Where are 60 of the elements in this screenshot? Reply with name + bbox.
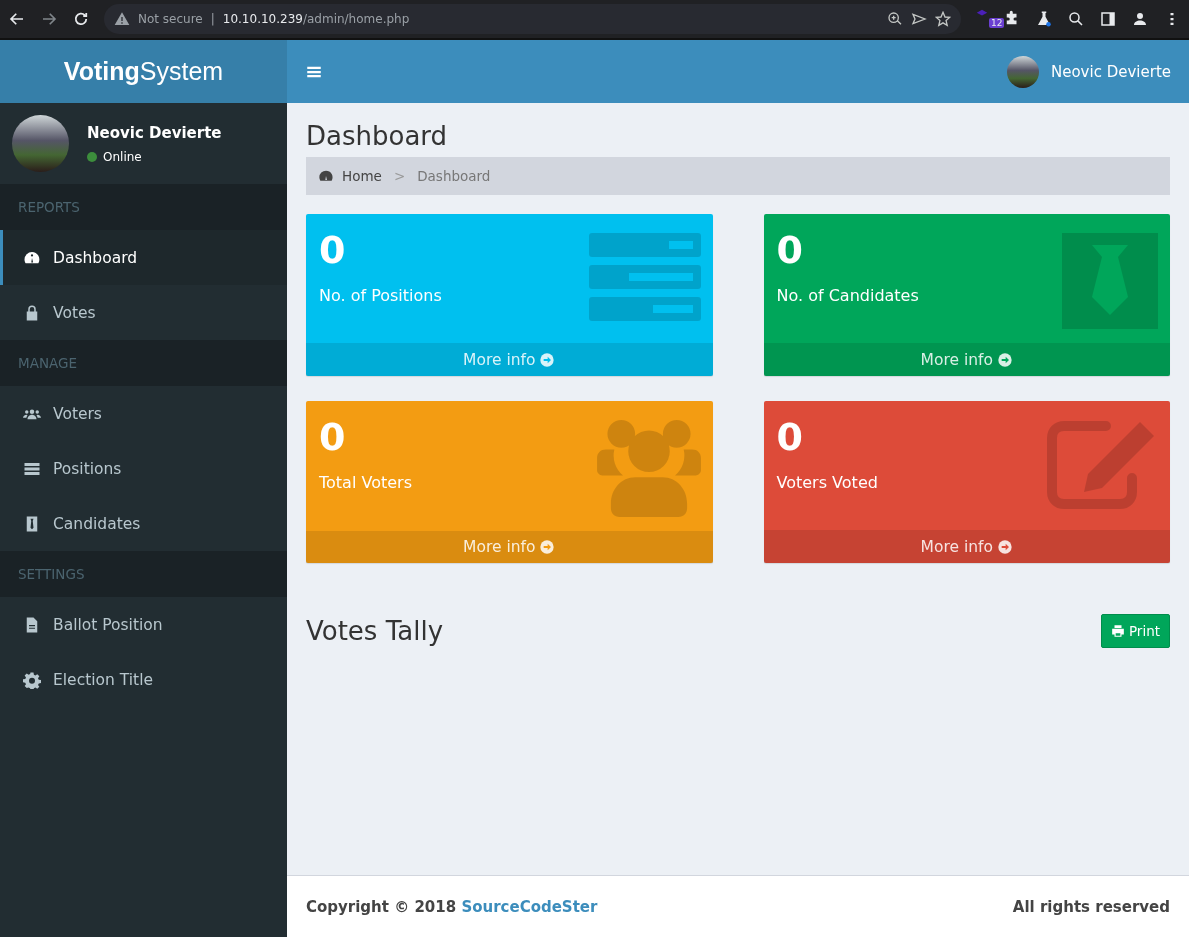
sidebar-item[interactable]: Dashboard	[0, 230, 287, 285]
logo[interactable]: VotingSystem	[0, 40, 287, 103]
sidebar-item[interactable]: Election Title	[0, 652, 287, 707]
settings-icon	[23, 670, 41, 689]
extension-badge: 12	[989, 18, 1005, 28]
breadcrumb-separator: >	[392, 168, 407, 184]
stat-value: 0	[776, 415, 804, 459]
address-bar[interactable]: Not secure | 10.10.10.239/admin/home.php	[104, 4, 961, 34]
user-name[interactable]: Neovic Devierte	[1051, 62, 1171, 81]
rights-text: All rights reserved	[1012, 897, 1170, 916]
tie-icon	[1062, 233, 1158, 329]
breadcrumb-link[interactable]: Home	[342, 168, 382, 184]
sidebar-item[interactable]: Voters	[0, 386, 287, 441]
stat-label: No. of Candidates	[776, 286, 919, 305]
avatar	[1007, 55, 1039, 88]
flask-icon[interactable]	[1035, 10, 1053, 28]
arrow-circle-icon	[996, 351, 1013, 368]
stat-value: 0	[319, 228, 347, 272]
footer-link[interactable]: SourceCodeSter	[461, 897, 598, 916]
section-header: REPORTS	[0, 184, 287, 230]
status-dot	[87, 151, 97, 162]
avatar	[12, 115, 69, 172]
list-icon	[588, 233, 701, 321]
arrow-circle-icon	[996, 538, 1013, 555]
stat-value: 0	[776, 228, 804, 272]
stat-value: 0	[319, 415, 347, 459]
star-icon	[935, 11, 951, 27]
warning-icon	[114, 11, 130, 27]
section-header: MANAGE	[0, 340, 287, 386]
printer-icon	[1110, 624, 1125, 638]
security-label: Not secure	[138, 12, 203, 26]
search-icon[interactable]	[1067, 10, 1085, 28]
arrow-circle-icon	[539, 351, 556, 368]
stat-label: Total Voters	[319, 473, 412, 492]
users-icon	[596, 420, 701, 517]
stat-label: Voters Voted	[776, 473, 878, 492]
divider-text: |	[210, 12, 215, 26]
reload-icon[interactable]	[72, 10, 90, 28]
sidebar-item[interactable]: Positions	[0, 441, 287, 496]
page-title: Dashboard	[306, 121, 449, 151]
sidebar-item[interactable]: Ballot Position	[0, 597, 287, 652]
status-text: Online	[103, 149, 142, 164]
back-icon[interactable]	[8, 10, 26, 28]
breadcrumb-current: Dashboard	[417, 168, 491, 184]
user-name: Neovic Devierte	[87, 123, 222, 142]
section-title: Votes Tally	[306, 616, 444, 646]
section-header: SETTINGS	[0, 551, 287, 597]
sidebar-item[interactable]: Votes	[0, 285, 287, 340]
side-panel-icon[interactable]	[1099, 10, 1117, 28]
dashboard-icon	[318, 168, 334, 184]
copyright-text: Copyright © 2018 SourceCodeSter	[306, 897, 598, 916]
send-icon	[911, 11, 927, 27]
url-text: 10.10.10.239/admin/home.php	[222, 12, 410, 26]
arrow-circle-icon	[539, 539, 556, 555]
profile-icon[interactable]	[1131, 10, 1149, 28]
more-info-link[interactable]: More info	[763, 530, 1170, 563]
forward-icon[interactable]	[40, 10, 58, 28]
stat-label: No. of Positions	[319, 286, 442, 305]
sidebar-item[interactable]: Candidates	[0, 496, 287, 551]
zoom-icon	[887, 11, 903, 27]
